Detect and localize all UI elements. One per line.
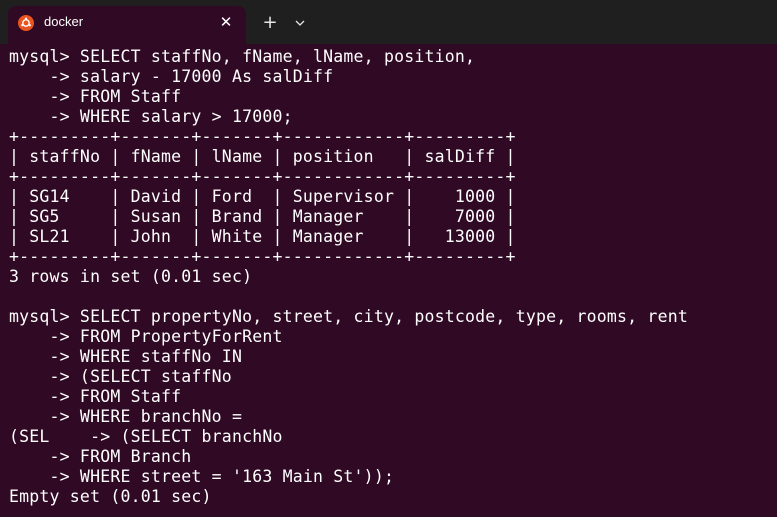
terminal-line: -> WHERE branchNo = bbox=[9, 407, 243, 426]
new-tab-button[interactable]: + bbox=[260, 12, 280, 33]
terminal-line: +---------+-------+-------+------------+… bbox=[9, 127, 516, 146]
terminal-line: | staffNo | fName | lName | position | s… bbox=[9, 147, 516, 166]
terminal-line: +---------+-------+-------+------------+… bbox=[9, 167, 516, 186]
terminal-line: mysql> SELECT propertyNo, street, city, … bbox=[9, 307, 688, 326]
tab-title: docker bbox=[44, 14, 84, 29]
terminal-line: (SEL -> (SELECT branchNo bbox=[9, 427, 283, 446]
terminal-line: -> WHERE street = '163 Main St')); bbox=[9, 467, 395, 486]
terminal-line: -> FROM Staff bbox=[9, 87, 182, 106]
terminal-line: -> salary - 17000 As salDiff bbox=[9, 67, 334, 86]
terminal-line: -> WHERE staffNo IN bbox=[9, 347, 243, 366]
terminal-line: -> FROM PropertyForRent bbox=[9, 327, 283, 346]
tab-docker[interactable]: docker ✕ bbox=[8, 6, 246, 44]
terminal-line: Empty set (0.01 sec) bbox=[9, 487, 212, 506]
terminal-line: -> FROM Branch bbox=[9, 447, 192, 466]
terminal-line: -> (SELECT staffNo bbox=[9, 367, 232, 386]
title-bar: docker ✕ + bbox=[0, 0, 777, 44]
ubuntu-logo-icon bbox=[18, 15, 34, 31]
tab-close-button[interactable]: ✕ bbox=[216, 12, 236, 32]
terminal-line: +---------+-------+-------+------------+… bbox=[9, 247, 516, 266]
terminal-line: | SL21 | John | White | Manager | 13000 … bbox=[9, 227, 516, 246]
terminal-line: | SG5 | Susan | Brand | Manager | 7000 | bbox=[9, 207, 516, 226]
terminal-output[interactable]: mysql> SELECT staffNo, fName, lName, pos… bbox=[9, 47, 769, 512]
terminal-line: 3 rows in set (0.01 sec) bbox=[9, 267, 253, 286]
terminal-line: -> FROM Staff bbox=[9, 387, 182, 406]
chevron-down-icon[interactable] bbox=[291, 14, 309, 32]
terminal-line: mysql> SELECT staffNo, fName, lName, pos… bbox=[9, 47, 476, 66]
terminal-line: -> WHERE salary > 17000; bbox=[9, 107, 293, 126]
terminal-line: | SG14 | David | Ford | Supervisor | 100… bbox=[9, 187, 516, 206]
